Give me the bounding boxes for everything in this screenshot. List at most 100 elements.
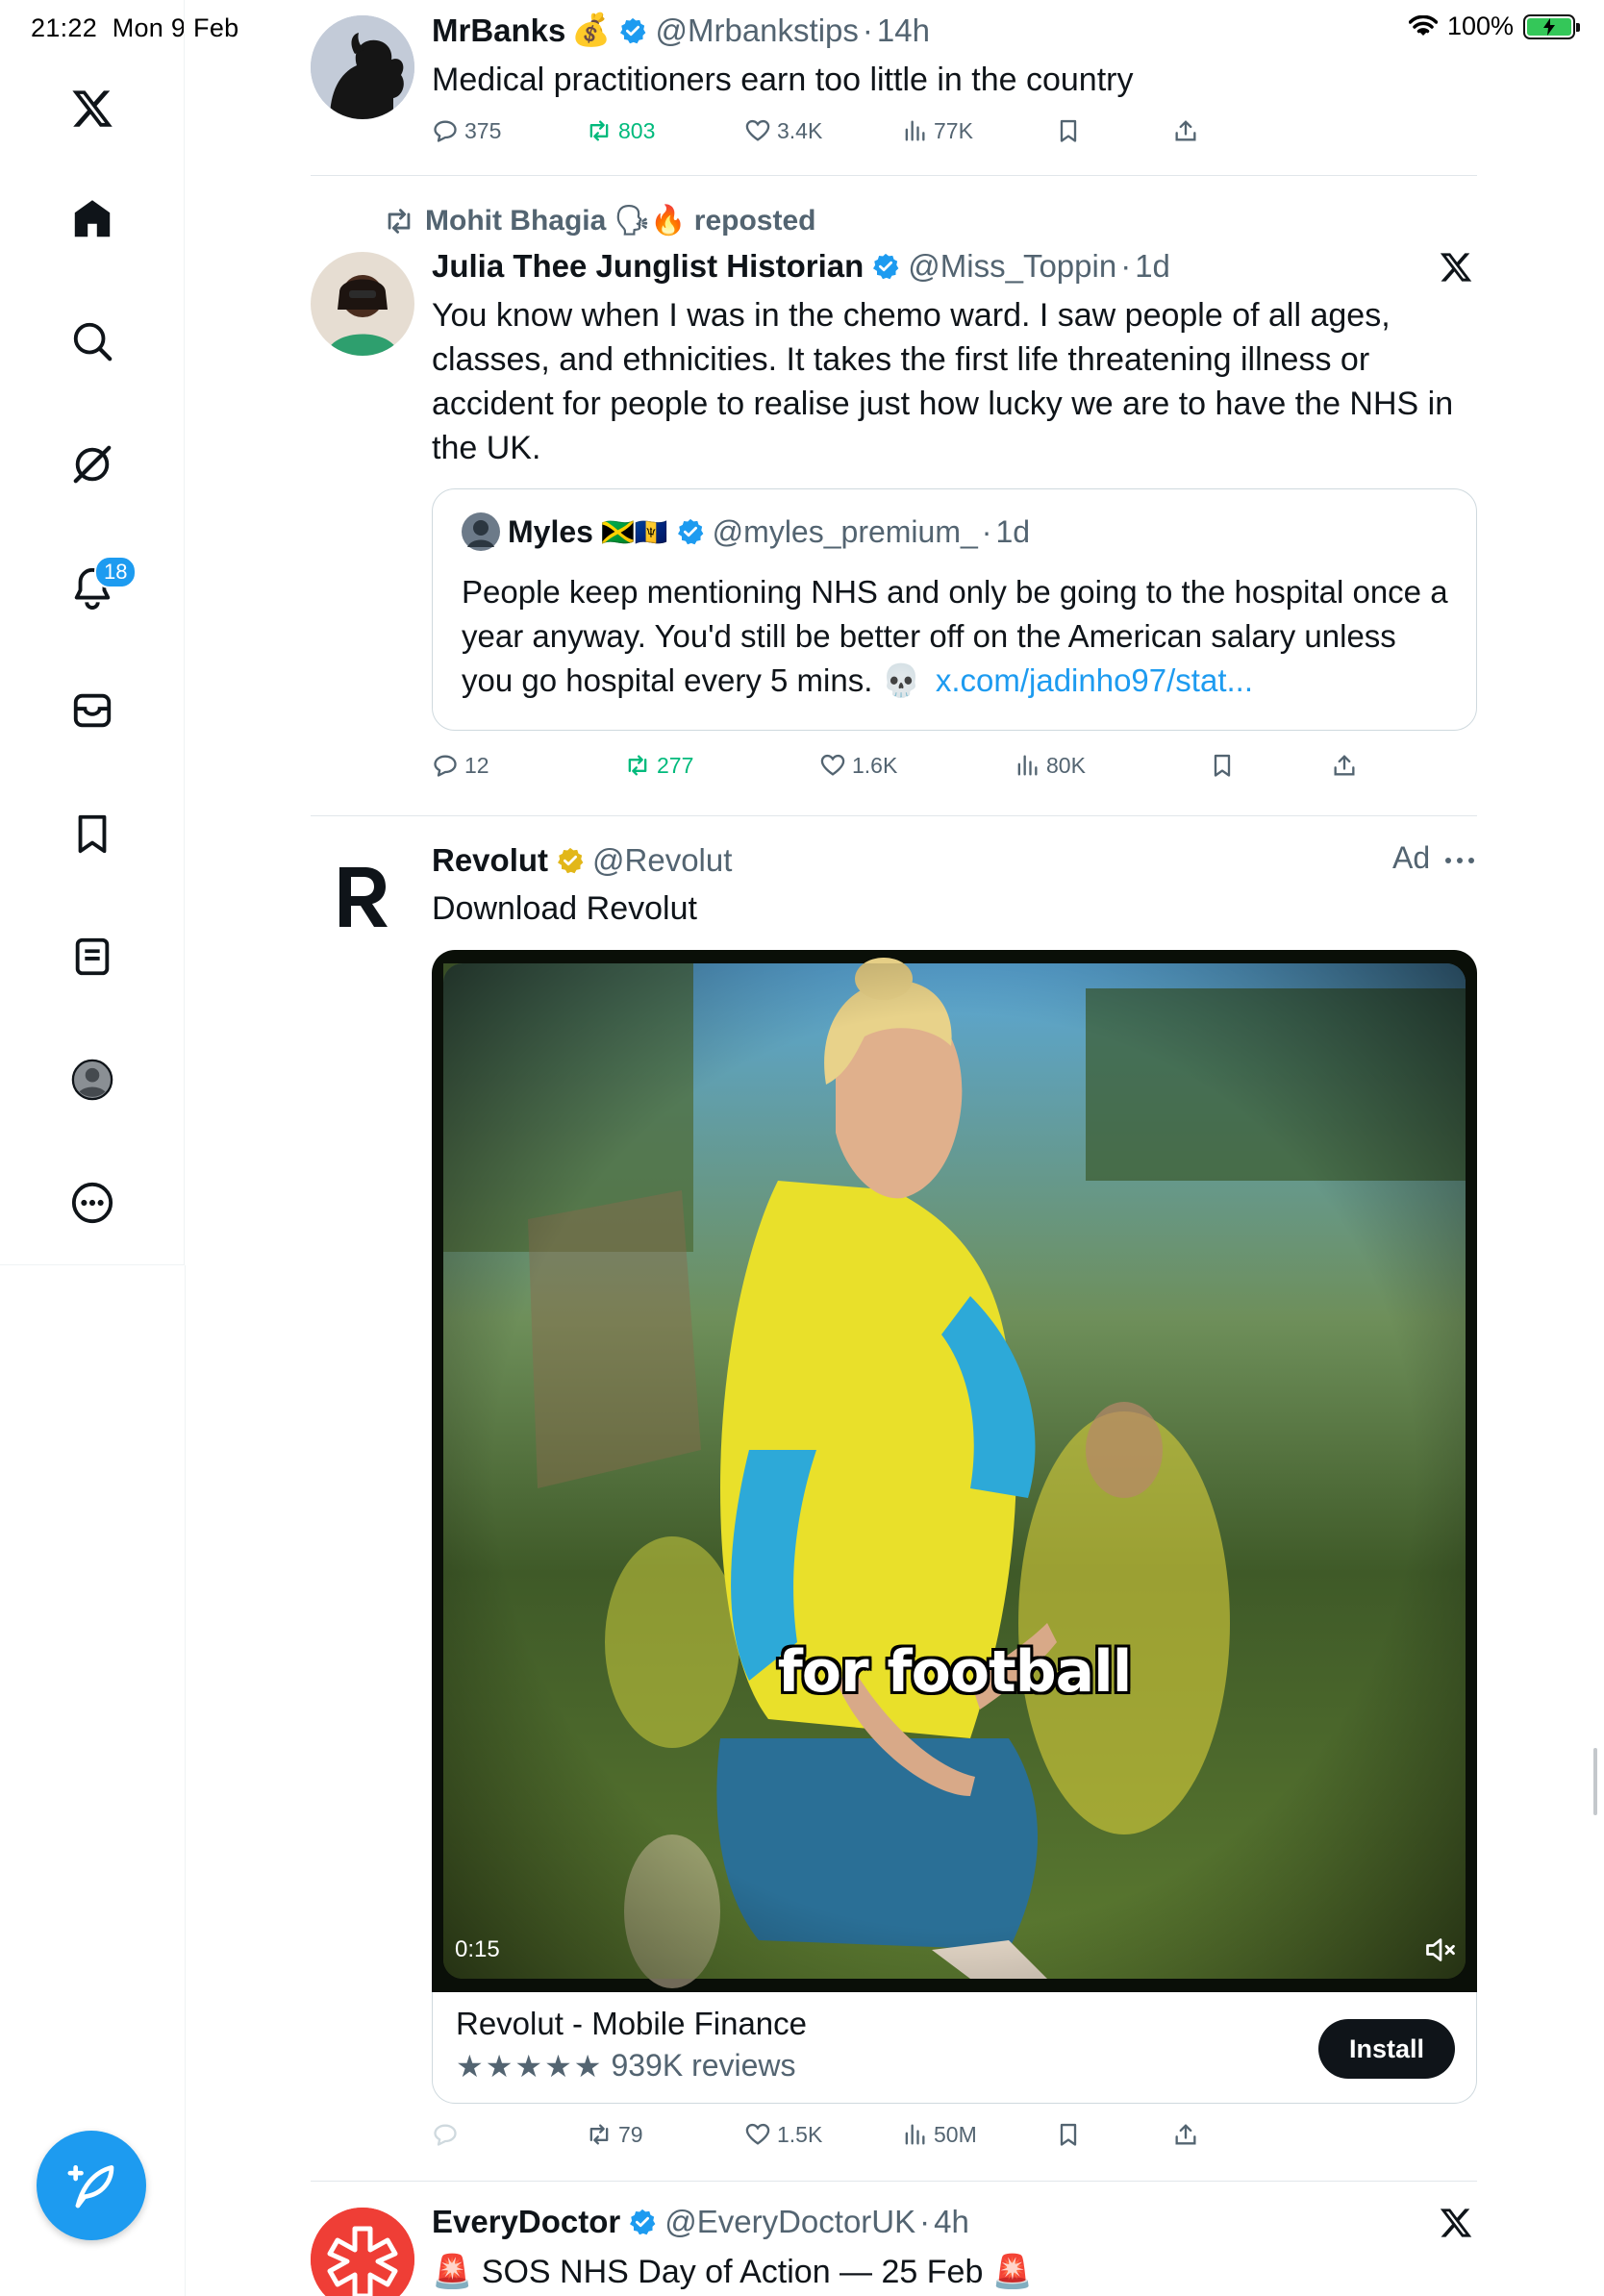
video-frame bbox=[443, 958, 1466, 1988]
reply-button[interactable]: 12 bbox=[432, 752, 489, 779]
share-button[interactable] bbox=[1172, 117, 1199, 144]
views-chart-icon bbox=[905, 2124, 925, 2145]
quote-text-block: People keep mentioning NHS and only be g… bbox=[462, 570, 1452, 703]
dot-separator: · bbox=[919, 2204, 931, 2239]
avatar[interactable] bbox=[311, 2208, 414, 2296]
x-grok-icon[interactable] bbox=[1439, 2206, 1473, 2240]
share-icon bbox=[1175, 120, 1196, 141]
reply-icon bbox=[434, 755, 457, 777]
repost-icon bbox=[628, 755, 647, 776]
like-count: 3.4K bbox=[777, 117, 823, 143]
heart-icon bbox=[745, 119, 770, 141]
status-indicators: 100% bbox=[1408, 12, 1580, 41]
profile-avatar-icon[interactable] bbox=[61, 1048, 124, 1111]
views-chart-icon bbox=[1017, 755, 1038, 776]
author-name[interactable]: EveryDoctor bbox=[432, 2204, 620, 2240]
post-time[interactable]: 1d bbox=[1135, 248, 1170, 285]
views-button[interactable]: 77K bbox=[901, 117, 973, 144]
reply-icon bbox=[434, 120, 457, 142]
review-count: 939K reviews bbox=[611, 2048, 796, 2083]
repost-button[interactable]: 79 bbox=[586, 2121, 643, 2148]
avatar[interactable] bbox=[311, 252, 414, 356]
author-name[interactable]: MrBanks bbox=[432, 12, 565, 49]
home-icon[interactable] bbox=[61, 187, 124, 251]
author-handle[interactable]: @Mrbankstips bbox=[655, 12, 858, 49]
lists-icon[interactable] bbox=[61, 925, 124, 988]
dot-separator: · bbox=[981, 513, 992, 549]
quote-link[interactable]: x.com/jadinho97/stat... bbox=[936, 662, 1253, 698]
like-count: 1.6K bbox=[852, 752, 898, 778]
bookmark-button[interactable] bbox=[1055, 117, 1082, 144]
speaker-muted-icon bbox=[1426, 1938, 1455, 1961]
views-button[interactable]: 50M bbox=[901, 2121, 977, 2148]
siren-emoji: 🚨 bbox=[991, 2254, 1034, 2290]
quote-name-flags: 🇯🇲🇧🇧 bbox=[600, 516, 668, 547]
author-name[interactable]: Revolut bbox=[432, 842, 548, 879]
reply-count: 375 bbox=[464, 117, 502, 143]
repost-icon bbox=[589, 120, 609, 141]
repost-count: 277 bbox=[657, 752, 694, 778]
repost-button[interactable]: 803 bbox=[586, 117, 655, 144]
like-button[interactable]: 3.4K bbox=[744, 117, 822, 144]
views-count: 80K bbox=[1046, 752, 1086, 778]
app-install-card[interactable]: Revolut - Mobile Finance ★★★★★ 939K revi… bbox=[432, 1992, 1477, 2104]
reposted-by-name[interactable]: Mohit Bhagia bbox=[425, 205, 606, 237]
like-count: 1.5K bbox=[777, 2121, 823, 2147]
views-count: 77K bbox=[934, 117, 973, 143]
tweet-divider bbox=[311, 2181, 1477, 2182]
share-button[interactable] bbox=[1172, 2121, 1199, 2148]
views-button[interactable]: 80K bbox=[1014, 752, 1086, 779]
tweet-divider bbox=[311, 815, 1477, 816]
post-time[interactable]: 4h bbox=[934, 2204, 969, 2240]
tweet-text: SOS NHS Day of Action — 25 Feb bbox=[481, 2254, 984, 2290]
author-handle[interactable]: @Revolut bbox=[592, 842, 732, 879]
video-caption: for football bbox=[777, 1638, 1133, 1706]
author-handle[interactable]: @EveryDoctorUK bbox=[664, 2204, 915, 2240]
tweet-actions: 375 803 3.4K 77K bbox=[432, 117, 1201, 156]
more-options-icon[interactable] bbox=[61, 1171, 124, 1235]
battery-icon bbox=[1523, 13, 1580, 39]
reply-icon bbox=[434, 2124, 457, 2146]
share-button[interactable] bbox=[1331, 752, 1358, 779]
revolut-logo[interactable] bbox=[332, 861, 393, 931]
repost-count: 79 bbox=[618, 2121, 643, 2147]
tweet-actions: 12 277 1.6K 80K bbox=[432, 752, 1355, 790]
x-grok-icon[interactable] bbox=[1439, 250, 1473, 285]
bookmark-button[interactable] bbox=[1209, 752, 1236, 779]
post-time[interactable]: 14h bbox=[877, 12, 930, 49]
like-button[interactable]: 1.5K bbox=[744, 2121, 822, 2148]
bookmark-button[interactable] bbox=[1055, 2121, 1082, 2148]
reply-button[interactable]: 375 bbox=[432, 117, 501, 144]
tweet-header: Revolut @Revolut bbox=[432, 842, 732, 879]
like-button[interactable]: 1.6K bbox=[819, 752, 897, 779]
dot-separator: · bbox=[1120, 248, 1132, 284]
repost-icon bbox=[589, 2124, 609, 2145]
scrollbar[interactable] bbox=[1593, 1748, 1597, 1815]
bookmarks-icon[interactable] bbox=[61, 802, 124, 865]
quoted-tweet[interactable]: Myles 🇯🇲🇧🇧 @myles_premium_ · 1d People k… bbox=[432, 488, 1477, 731]
repost-context: Mohit Bhagia 🗣🔥 reposted bbox=[383, 204, 815, 237]
compose-post-button[interactable] bbox=[37, 2131, 146, 2240]
quote-author-name: Myles bbox=[508, 513, 593, 549]
messages-icon[interactable] bbox=[61, 679, 124, 742]
author-name[interactable]: Julia Thee Junglist Historian bbox=[432, 248, 864, 285]
avatar[interactable] bbox=[311, 15, 414, 119]
rating-stars-icon: ★★★★★ bbox=[456, 2049, 604, 2084]
more-options-icon[interactable] bbox=[1442, 846, 1477, 880]
mute-toggle-button[interactable] bbox=[1423, 1933, 1458, 1972]
repost-count: 803 bbox=[618, 117, 656, 143]
grok-icon[interactable] bbox=[61, 433, 124, 496]
bookmark-icon bbox=[1060, 2123, 1077, 2146]
reply-count: 12 bbox=[464, 752, 489, 778]
name-emoji: 💰 bbox=[571, 12, 612, 47]
reply-button[interactable] bbox=[432, 2121, 459, 2148]
views-count: 50M bbox=[934, 2121, 977, 2147]
verified-badge-icon bbox=[620, 17, 646, 43]
heart-icon bbox=[745, 2123, 770, 2145]
x-logo-icon[interactable] bbox=[61, 77, 124, 140]
search-icon[interactable] bbox=[61, 310, 124, 373]
repost-button[interactable]: 277 bbox=[624, 752, 693, 779]
install-button[interactable]: Install bbox=[1318, 2019, 1455, 2079]
author-handle[interactable]: @Miss_Toppin bbox=[908, 248, 1116, 285]
video-player[interactable]: for football 0:15 bbox=[432, 950, 1477, 1992]
